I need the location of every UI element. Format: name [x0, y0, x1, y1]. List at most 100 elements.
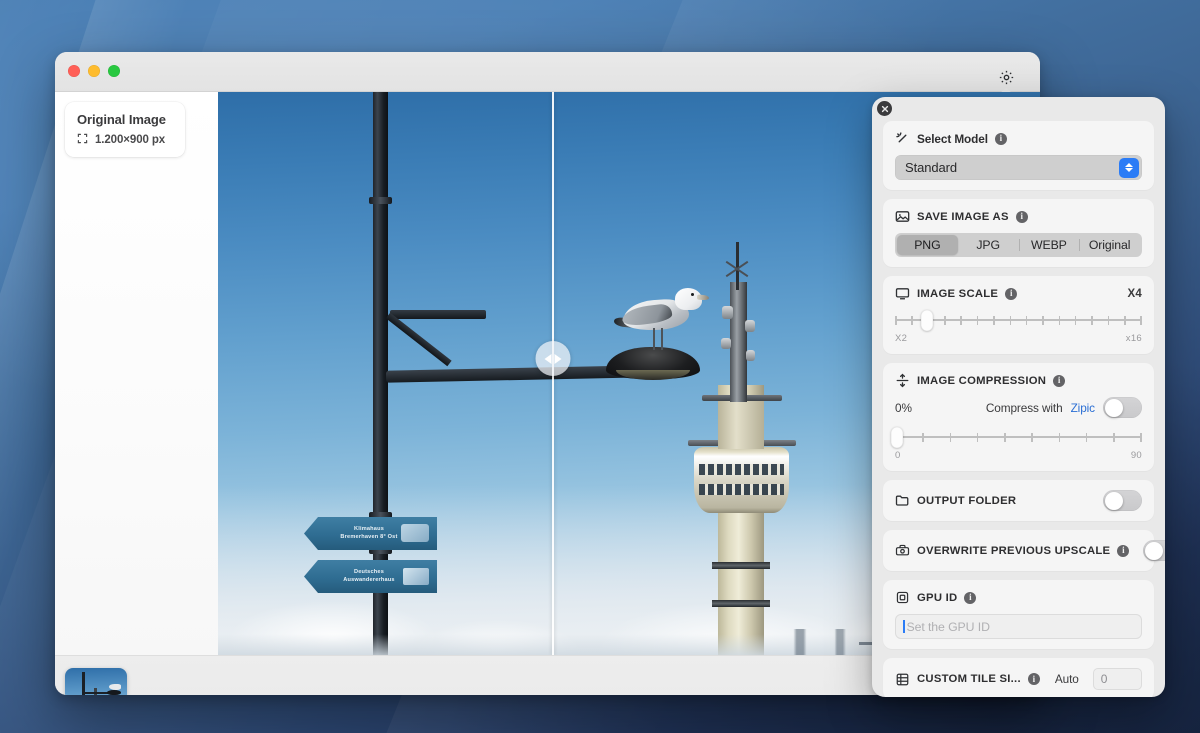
output-folder-toggle[interactable] [1103, 490, 1142, 511]
original-image-dimensions: 1.200×900 px [95, 134, 166, 146]
thumbnail-strip [65, 668, 127, 695]
image-scale-min: X2 [895, 333, 908, 344]
image-scale-label: IMAGE SCALE [917, 287, 999, 300]
sign-line: Auswandererhaus [343, 577, 395, 583]
image-scale-range-labels: X2 x16 [895, 333, 1142, 344]
info-icon[interactable]: i [1027, 673, 1040, 685]
window-titlebar [55, 52, 1040, 102]
photo-tower-ring [712, 600, 770, 607]
custom-tile-size-row: CUSTOM TILE SI... i Auto 0 [895, 668, 1142, 690]
compression-percent: 0% [895, 400, 912, 415]
model-select-dropdown[interactable]: Standard [895, 155, 1142, 180]
overwrite-card: OVERWRITE PREVIOUS UPSCALE i [883, 530, 1165, 571]
photo-street-sign: Deutsches Auswandererhaus [304, 560, 437, 593]
monitor-icon [895, 286, 910, 301]
photo-tower-windows [699, 484, 784, 495]
format-option-png[interactable]: PNG [897, 235, 958, 255]
sign-line: Klimahaus [353, 526, 385, 532]
compression-toggle-row: 0% Compress with Zipic [895, 397, 1142, 418]
overwrite-icon [895, 543, 910, 558]
thumb-seagull [109, 684, 121, 690]
close-icon [881, 100, 889, 118]
grid-icon [895, 672, 910, 687]
original-image-title: Original Image [77, 112, 166, 127]
zoom-window-button[interactable] [108, 65, 120, 77]
info-icon[interactable]: i [1117, 544, 1130, 557]
photo-antenna [722, 306, 733, 319]
tile-size-auto-label: Auto [1054, 672, 1079, 686]
tile-size-placeholder: 0 [1100, 672, 1108, 686]
toggle-knob [1104, 398, 1123, 417]
save-image-as-header: SAVE IMAGE AS i [895, 209, 1142, 224]
photo-tower-ring [712, 562, 770, 569]
format-option-jpg[interactable]: JPG [958, 235, 1019, 255]
text-caret [903, 620, 905, 633]
custom-tile-size-card: CUSTOM TILE SI... i Auto 0 [883, 658, 1154, 697]
close-settings-button[interactable] [877, 101, 892, 116]
output-folder-label: OUTPUT FOLDER [917, 494, 1017, 507]
image-compression-label: IMAGE COMPRESSION [917, 374, 1047, 387]
custom-tile-size-label: CUSTOM TILE SI... [917, 673, 1021, 685]
overwrite-label: OVERWRITE PREVIOUS UPSCALE [917, 544, 1111, 557]
image-compression-min: 0 [895, 450, 901, 461]
original-image-dimensions-row: 1.200×900 px [77, 133, 174, 147]
image-scale-value: X4 [1127, 287, 1142, 300]
close-window-button[interactable] [68, 65, 80, 77]
select-model-label: Select Model [917, 131, 988, 146]
left-info-pane: Original Image 1.200×900 px [55, 92, 218, 655]
format-option-webp[interactable]: WEBP [1018, 235, 1080, 255]
magic-wand-icon [895, 131, 910, 146]
image-compression-header: IMAGE COMPRESSION i [895, 373, 1142, 388]
gpu-id-input[interactable]: Set the GPU ID [895, 614, 1142, 639]
sign-line: Bremerhaven 8° Ost [340, 534, 398, 540]
photo-seagull [696, 294, 710, 301]
custom-tile-size-input[interactable]: 0 [1092, 668, 1142, 690]
image-scale-slider-thumb[interactable] [921, 310, 934, 331]
image-thumbnail[interactable] [65, 668, 127, 695]
zipic-link[interactable]: Zipic [1071, 401, 1096, 415]
photo-seagull [691, 293, 694, 296]
settings-popover: Select Model i Standard SAVE IMAGE AS i … [872, 97, 1165, 697]
photo-seagull [661, 328, 663, 350]
model-selected-value: Standard [905, 160, 957, 175]
image-compression-slider[interactable] [891, 427, 1142, 448]
photo-street-sign: Klimahaus Bremerhaven 8° Ost [304, 517, 437, 550]
photo-antenna [746, 350, 755, 361]
gpu-id-label: GPU ID [917, 591, 958, 604]
crop-frame-icon [77, 133, 88, 147]
right-arrow-icon [554, 353, 562, 364]
info-icon[interactable]: i [1015, 210, 1028, 223]
image-scale-slider[interactable] [895, 310, 1142, 331]
info-icon[interactable]: i [964, 591, 977, 604]
minimize-window-button[interactable] [88, 65, 100, 77]
image-compression-range-labels: 0 90 [895, 450, 1142, 461]
sign-line: Deutsches [353, 569, 385, 575]
save-image-as-label: SAVE IMAGE AS [917, 210, 1009, 223]
compress-with-zipic-toggle[interactable] [1103, 397, 1142, 418]
sign-pictogram-icon [403, 568, 429, 585]
slider-ticks [895, 432, 1142, 442]
format-option-original[interactable]: Original [1079, 235, 1140, 255]
overwrite-toggle[interactable] [1143, 540, 1165, 561]
info-icon[interactable]: i [994, 132, 1007, 145]
gpu-id-header: GPU ID i [895, 590, 1142, 605]
info-icon[interactable]: i [1053, 374, 1066, 387]
chip-icon [895, 590, 910, 605]
compare-slider-handle[interactable] [535, 341, 571, 376]
photo-tower-windows [699, 464, 784, 475]
photo-post-band [369, 197, 392, 204]
chevron-updown-icon [1119, 157, 1139, 178]
select-model-header: Select Model i [895, 131, 1142, 146]
save-image-as-card: SAVE IMAGE AS i PNG JPG WEBP Original [883, 199, 1154, 267]
overwrite-row: OVERWRITE PREVIOUS UPSCALE i [895, 540, 1165, 561]
toggle-knob [1144, 541, 1163, 560]
info-icon[interactable]: i [1005, 287, 1018, 300]
image-icon [895, 209, 910, 224]
select-model-card: Select Model i Standard [883, 121, 1154, 190]
folder-icon [895, 493, 910, 508]
left-arrow-icon [544, 353, 552, 364]
image-scale-header: IMAGE SCALE i X4 [895, 286, 1142, 301]
gpu-id-card: GPU ID i Set the GPU ID [883, 580, 1154, 649]
image-compression-slider-thumb[interactable] [891, 427, 904, 448]
image-compression-max: 90 [1130, 450, 1142, 461]
